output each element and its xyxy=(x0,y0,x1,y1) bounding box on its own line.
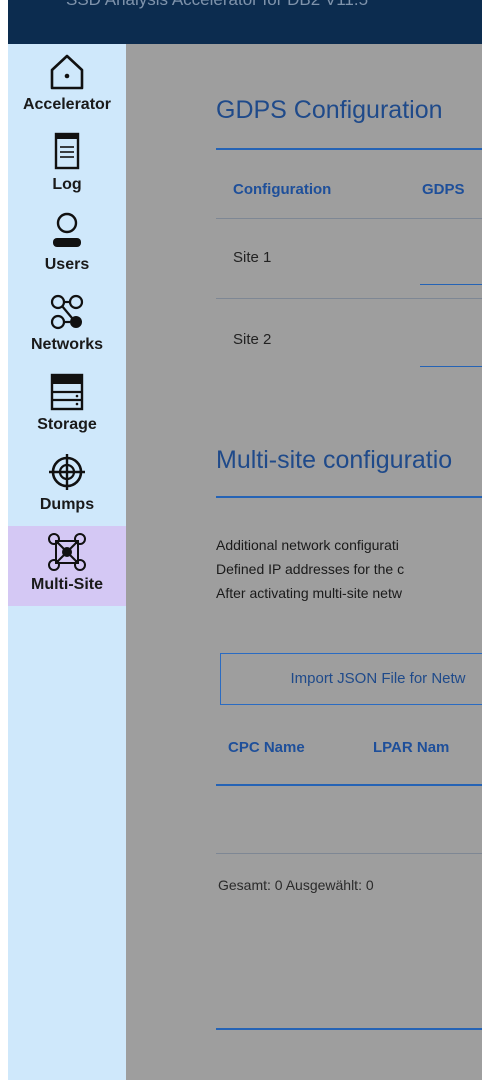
network-icon xyxy=(50,294,84,330)
selection-summary: Gesamt: 0 Ausgewählt: 0 xyxy=(218,877,374,893)
title-bar: SSD Analysis Accelerator for DB2 V11.5 xyxy=(8,0,482,44)
sidebar-item-multi-site[interactable]: Multi-Site xyxy=(8,526,126,606)
section-divider xyxy=(216,1028,482,1030)
home-icon xyxy=(50,54,84,90)
table-divider xyxy=(216,853,482,854)
column-header-lpar-name: LPAR Nam xyxy=(373,739,450,756)
multisite-section-title: Multi-site configuratio xyxy=(216,446,453,474)
description-line-3: After activating multi-site netw xyxy=(216,585,402,601)
site-1-gdps-input[interactable] xyxy=(420,284,482,285)
sidebar-item-users[interactable]: Users xyxy=(8,212,126,292)
sidebar-item-label: Storage xyxy=(37,416,97,433)
table-divider xyxy=(216,298,482,299)
column-header-gdps: GDPS xyxy=(422,181,465,198)
window-frame-left xyxy=(0,0,8,1080)
sidebar: Accelerator Log Users Networks Storage D… xyxy=(8,44,126,1080)
description-line-1: Additional network configurati xyxy=(216,537,399,553)
sidebar-item-label: Users xyxy=(44,256,90,273)
sidebar-item-storage[interactable]: Storage xyxy=(8,372,126,452)
site-2-gdps-input[interactable] xyxy=(420,366,482,367)
import-json-button[interactable]: Import JSON File for Netw xyxy=(220,653,482,705)
sidebar-item-dumps[interactable]: Dumps xyxy=(8,452,126,532)
storage-icon xyxy=(50,373,84,411)
table-header-divider xyxy=(216,784,482,786)
description-line-2: Defined IP addresses for the c xyxy=(216,561,405,577)
sidebar-item-label: Networks xyxy=(30,336,104,353)
target-icon xyxy=(49,454,85,490)
sidebar-item-label: Log xyxy=(52,176,82,193)
sidebar-item-label: Multi-Site xyxy=(31,576,103,593)
section-divider xyxy=(216,496,482,498)
site-2-label: Site 2 xyxy=(233,331,272,348)
section-divider xyxy=(216,148,482,150)
gdps-section-title: GDPS Configuration xyxy=(216,96,443,124)
sidebar-item-accelerator[interactable]: Accelerator xyxy=(8,52,126,132)
window-frame-right xyxy=(482,0,486,1080)
site-1-label: Site 1 xyxy=(233,249,272,266)
sidebar-item-label: Accelerator xyxy=(22,96,112,113)
sidebar-item-label: Dumps xyxy=(39,496,95,513)
column-header-cpc-name: CPC Name xyxy=(228,739,305,756)
window-title: SSD Analysis Accelerator for DB2 V11.5 xyxy=(66,0,368,10)
column-header-configuration: Configuration xyxy=(233,181,332,198)
document-icon xyxy=(54,132,80,170)
sidebar-item-log[interactable]: Log xyxy=(8,132,126,212)
main-content: GDPS Configuration Configuration GDPS Si… xyxy=(126,44,482,1080)
multisite-icon xyxy=(48,533,86,571)
sidebar-item-networks[interactable]: Networks xyxy=(8,292,126,372)
user-icon xyxy=(53,212,81,247)
table-divider xyxy=(216,218,482,219)
